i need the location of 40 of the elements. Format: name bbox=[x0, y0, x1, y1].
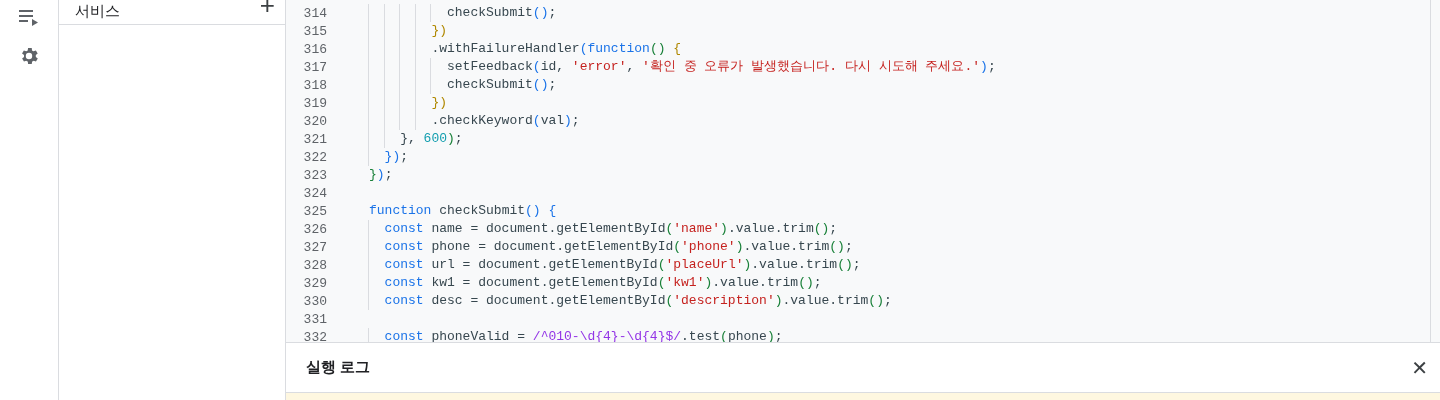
line-number: 331 bbox=[302, 311, 327, 327]
code-line: const kw1 = document.getElementById('kw1').value.trim(); bbox=[383, 275, 822, 290]
line-number: 315 bbox=[302, 23, 327, 39]
code-line: .withFailureHandler(function() { bbox=[430, 41, 682, 56]
code-line: const name = document.getElementById('name').value.trim(); bbox=[383, 221, 838, 236]
line-number: 329 bbox=[302, 275, 327, 291]
line-number: 322 bbox=[302, 149, 327, 165]
line-number: 314 bbox=[302, 5, 327, 21]
line-number: 319 bbox=[302, 95, 327, 111]
code-line: const desc = document.getElementById('description').value.trim(); bbox=[383, 293, 892, 308]
line-number: 317 bbox=[302, 59, 327, 75]
code-line: checkSubmit(); bbox=[446, 5, 557, 20]
panel-title: 실행 로그 bbox=[306, 358, 371, 378]
line-number: 316 bbox=[302, 41, 327, 57]
code-line: }); bbox=[383, 149, 409, 164]
section-title: 서비스 bbox=[75, 2, 120, 20]
line-number: 327 bbox=[302, 239, 327, 255]
line-number: 330 bbox=[302, 293, 327, 309]
line-number: 323 bbox=[302, 167, 327, 183]
code-line: }); bbox=[369, 167, 393, 182]
line-number: 320 bbox=[302, 113, 327, 129]
line-number: 328 bbox=[302, 257, 327, 273]
code-line: function checkSubmit() { bbox=[369, 203, 557, 218]
code-line: setFeedback(id, 'error', '확인 중 오류가 발생했습니다. 다시 시도해 주세요.'); bbox=[446, 59, 996, 74]
line-number: 324 bbox=[302, 185, 327, 201]
code-line: }) bbox=[430, 23, 447, 38]
code-line: const phone = document.getElementById('phone').value.trim(); bbox=[383, 239, 853, 254]
close-button[interactable]: ✕ bbox=[1407, 355, 1432, 380]
code-line: const phoneValid = /^010-\d{4}-\d{4}$/.test(phone); bbox=[383, 329, 783, 343]
playlist-icon[interactable] bbox=[18, 7, 40, 27]
code-line: }, 600); bbox=[399, 131, 463, 146]
line-number: 325 bbox=[302, 203, 327, 219]
code-line: checkSubmit(); bbox=[446, 77, 557, 92]
line-number: 326 bbox=[302, 221, 327, 237]
code-line: }) bbox=[430, 95, 447, 110]
code-line: .checkKeyword(val); bbox=[430, 113, 580, 128]
line-number: 318 bbox=[302, 77, 327, 93]
line-number: 332 bbox=[302, 329, 327, 343]
line-number: 321 bbox=[302, 131, 327, 147]
code-line: const url = document.getElementById('placeUrl').value.trim(); bbox=[383, 257, 861, 272]
